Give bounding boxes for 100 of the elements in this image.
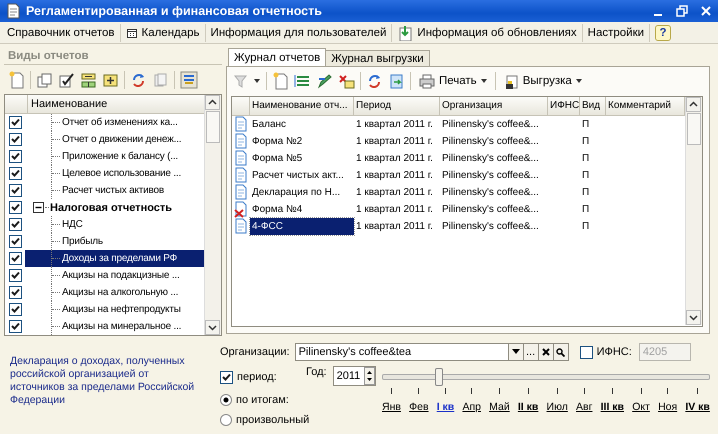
checkbox[interactable] <box>8 235 22 248</box>
table-cell-text: Pilinensky's coffee&... <box>441 220 540 234</box>
column-header: Наименование <box>30 97 108 112</box>
export-button[interactable]: Выгрузка <box>500 72 585 90</box>
ifns-field: 4205 <box>638 343 691 361</box>
organization-field[interactable]: Pilinensky's coffee&tea <box>294 343 509 361</box>
radio-label: произвольный <box>236 414 310 426</box>
checkbox[interactable] <box>8 133 22 146</box>
tree-item[interactable]: Акцизы на алкогольную ... <box>25 284 204 301</box>
expand-group-icon[interactable] <box>102 72 119 88</box>
radio-button[interactable] <box>220 414 232 426</box>
menu-button[interactable]: Настройки <box>582 24 650 40</box>
tree-item[interactable]: Приложение к балансу (... <box>25 148 204 165</box>
period-link[interactable]: III кв <box>600 401 624 413</box>
pencil-icon[interactable] <box>316 72 333 90</box>
table-cell[interactable]: Баланс <box>250 116 354 133</box>
scroll-up-icon[interactable] <box>686 97 701 112</box>
checkbox[interactable] <box>8 303 22 316</box>
tree-item[interactable]: Отчет об изменениях ка... <box>25 114 204 131</box>
table-cell[interactable]: Форма №4 <box>250 201 354 218</box>
period-link[interactable]: IV кв <box>685 401 710 413</box>
tree-item[interactable]: Целевое использование ... <box>25 165 204 182</box>
window-title: Регламентированная и финансовая отчетность <box>26 4 323 18</box>
document-export-icon[interactable] <box>388 72 405 90</box>
filter-toggle-icon[interactable] <box>180 71 198 89</box>
tree-item[interactable]: Доходы за пределами РФ <box>25 250 204 267</box>
scrollbar[interactable] <box>204 95 221 335</box>
checkbox[interactable] <box>220 370 233 384</box>
document-icon <box>6 3 20 19</box>
list-icon[interactable] <box>294 73 311 89</box>
period-link[interactable]: Янв <box>382 401 401 413</box>
scrollbar[interactable] <box>685 97 702 325</box>
print-button[interactable]: Печать <box>416 73 490 89</box>
scroll-down-icon[interactable] <box>686 310 701 325</box>
tree-levels-icon[interactable] <box>80 72 97 88</box>
checkbox[interactable] <box>8 286 22 299</box>
help-button[interactable]: ? <box>655 24 672 40</box>
slider-thumb[interactable] <box>435 368 444 386</box>
dropdown-button[interactable] <box>508 343 524 361</box>
period-link[interactable]: Окт <box>632 401 650 413</box>
tree-item[interactable]: Акцизы на нефтепродукты <box>25 301 204 318</box>
checkbox[interactable] <box>8 167 22 180</box>
period-link[interactable]: Апр <box>462 401 481 413</box>
tree-item[interactable]: Акцизы на минеральное ... <box>25 318 204 335</box>
table-cell[interactable]: Форма №5 <box>250 150 354 167</box>
checkbox[interactable] <box>8 184 22 197</box>
scroll-up-icon[interactable] <box>205 95 220 110</box>
period-link[interactable]: Фев <box>409 401 429 413</box>
search-button[interactable] <box>554 343 569 361</box>
table-cell[interactable]: 4-ФСС <box>250 218 354 235</box>
checkbox[interactable] <box>8 201 22 214</box>
tree-item[interactable]: Налоговая отчетность <box>25 199 204 216</box>
tree-item[interactable]: НДС <box>25 216 204 233</box>
table-cell-text: Pilinensky's coffee&... <box>441 186 540 200</box>
table-cell[interactable]: Форма №2 <box>250 133 354 150</box>
menu-button[interactable]: Справочник отчетов <box>2 24 120 40</box>
menu-button[interactable]: Информация для пользователей <box>206 24 392 40</box>
period-link[interactable]: II кв <box>518 401 538 413</box>
period-link[interactable]: Май <box>489 401 510 413</box>
caret-icon[interactable] <box>253 77 261 85</box>
collapse-icon[interactable] <box>33 202 44 213</box>
tree-item[interactable]: Акцизы на подакцизные ... <box>25 267 204 284</box>
menu-button[interactable]: Информация об обновлениях <box>392 22 582 42</box>
restore-icon[interactable] <box>676 5 688 17</box>
checkbox[interactable] <box>8 150 22 163</box>
scroll-thumb[interactable] <box>687 113 701 145</box>
select-button[interactable]: ... <box>524 343 539 361</box>
tab[interactable]: Журнал отчетов <box>228 48 326 66</box>
scroll-down-icon[interactable] <box>205 320 220 335</box>
new-document-icon[interactable] <box>8 71 25 89</box>
checkbox[interactable] <box>8 269 22 282</box>
period-link[interactable]: Июл <box>546 401 568 413</box>
year-field[interactable]: 2011 <box>332 366 376 386</box>
tree-item[interactable]: Расчет чистых активов <box>25 182 204 199</box>
refresh-icon[interactable] <box>130 72 147 88</box>
close-icon[interactable] <box>700 5 712 17</box>
table-cell[interactable]: Расчет чистых акт... <box>250 167 354 184</box>
checkbox[interactable] <box>8 252 22 265</box>
checkbox[interactable] <box>8 320 22 333</box>
radio-button[interactable] <box>220 394 232 406</box>
spin-arrows-icon[interactable] <box>364 367 375 385</box>
clear-button[interactable] <box>538 343 554 361</box>
table-cell[interactable]: Декларация по Н... <box>250 184 354 201</box>
period-link[interactable]: Авг <box>576 401 592 413</box>
checkbox[interactable] <box>8 116 22 129</box>
delete-icon[interactable] <box>338 72 355 90</box>
scroll-thumb[interactable] <box>206 111 220 143</box>
report-description: Декларация о доходах, полученных российской организацией от источников за пределами Российской Федерации <box>10 354 196 408</box>
refresh-icon[interactable] <box>366 72 383 90</box>
search-icon <box>556 348 566 356</box>
period-link[interactable]: Ноя <box>658 401 678 413</box>
edit-icon[interactable] <box>58 72 75 88</box>
tab[interactable]: Журнал выгрузки <box>325 50 430 66</box>
period-link[interactable]: I кв <box>436 401 454 413</box>
checkbox[interactable] <box>8 218 22 231</box>
tree-item[interactable]: Отчет о движении денеж... <box>25 131 204 148</box>
new-document-icon[interactable] <box>272 72 289 90</box>
table-cell-text: 1 квартал 2011 г. <box>355 186 434 200</box>
menu-button[interactable]: Календарь <box>120 24 205 40</box>
copy-icon[interactable] <box>36 72 53 88</box>
